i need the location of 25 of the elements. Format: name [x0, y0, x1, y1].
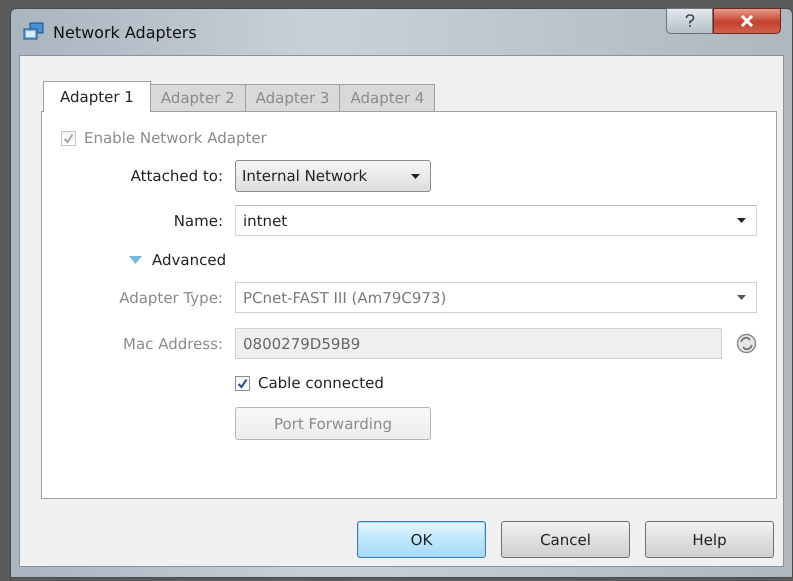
dropdown-arrow-icon: [737, 295, 746, 300]
checkbox-label: Enable Network Adapter: [84, 129, 267, 147]
name-combo-field[interactable]: intnet: [235, 205, 757, 236]
field-label: Attached to:: [130, 167, 223, 185]
close-icon: [740, 15, 754, 27]
help-icon: [684, 14, 694, 28]
refresh-icon[interactable]: [736, 333, 757, 354]
dialog-button[interactable]: Cancel: [501, 521, 630, 558]
advanced-toggle[interactable]: Advanced: [129, 250, 757, 269]
checkbox[interactable]: [235, 376, 250, 390]
help-button[interactable]: [666, 8, 713, 34]
attached-to-dropdown[interactable]: Internal Network: [235, 160, 431, 192]
field-label: Adapter Type:: [118, 288, 223, 306]
dialog-button[interactable]: Help: [645, 521, 774, 558]
tab[interactable]: Adapter 1: [43, 81, 151, 112]
close-button[interactable]: [713, 8, 781, 34]
dialog-button[interactable]: OK: [357, 521, 486, 558]
checkbox-label: Cable connected: [258, 374, 384, 392]
network-icon: [23, 22, 45, 42]
expanded-arrow-icon: [129, 256, 142, 265]
dropdown-arrow-icon: [737, 218, 746, 223]
field-label: Mac Address:: [122, 334, 223, 352]
field-label: Name:: [172, 212, 223, 230]
window-title: Network Adapters: [53, 22, 197, 42]
dropdown-arrow-icon: [411, 174, 420, 178]
